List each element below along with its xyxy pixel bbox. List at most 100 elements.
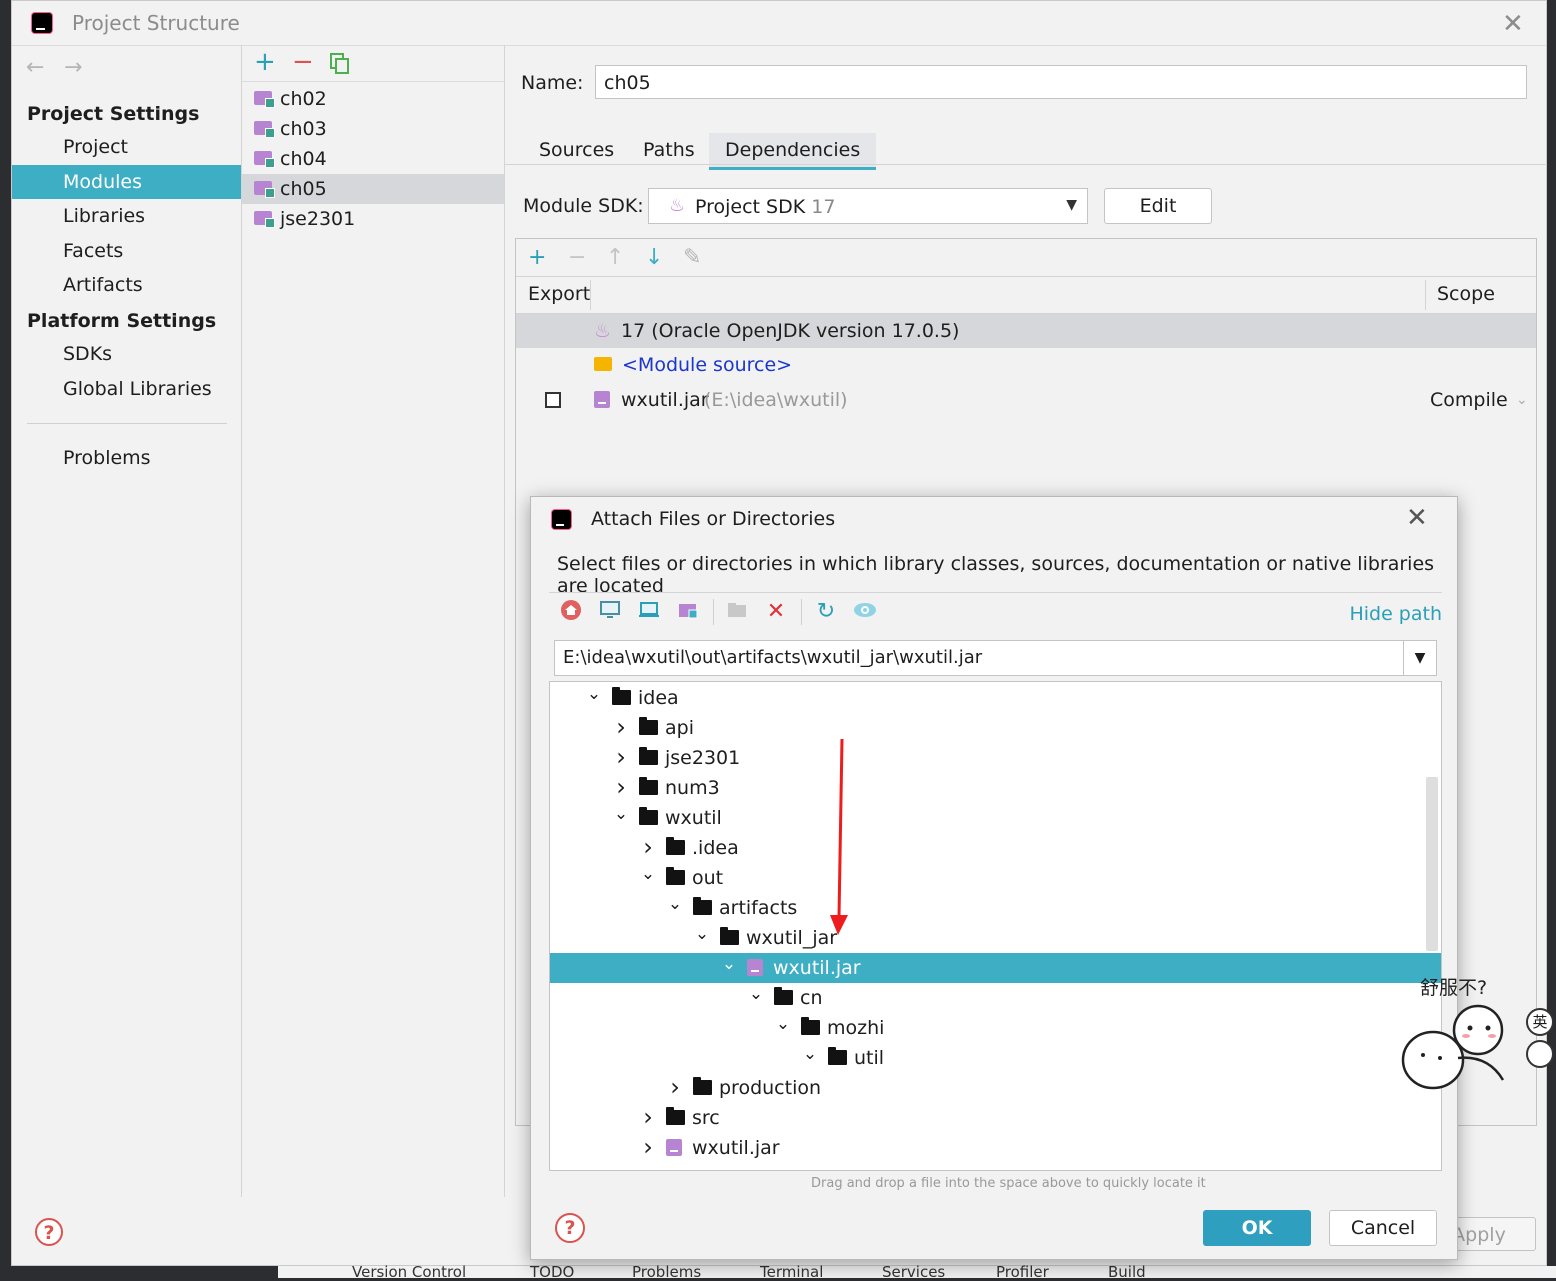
nav-item-problems[interactable]: Problems [12,441,241,475]
nav-item-artifacts[interactable]: Artifacts [12,268,241,302]
close-window-button[interactable]: ✕ [1502,9,1524,39]
nav-item-sdks[interactable]: SDKs [12,337,241,371]
expand-chevron-icon[interactable]: ⌄ [800,1043,820,1065]
expand-chevron-icon[interactable]: ⌄ [719,953,739,975]
module-folder-icon[interactable] [675,599,701,625]
project-icon[interactable] [636,599,662,625]
bottom-tab-build[interactable]: Build [1108,1263,1146,1281]
tree-row[interactable]: › .idea [550,833,1441,863]
nav-item-libraries[interactable]: Libraries [12,199,241,233]
cancel-button[interactable]: Cancel [1329,1210,1437,1246]
folder-icon [666,837,685,855]
tree-row[interactable]: › jse2301 [550,743,1441,773]
scope-dropdown-icon[interactable]: ⌄ [1516,383,1528,417]
bottom-tab-todo[interactable]: TODO [530,1263,574,1281]
tree-row[interactable]: ⌄ wxutil [550,803,1441,833]
tree-row[interactable]: › num3 [550,773,1441,803]
forward-arrow-icon[interactable]: → [64,55,82,80]
module-label: ch03 [280,118,327,140]
path-history-dropdown[interactable]: ▼ [1403,640,1437,676]
collapse-chevron-icon[interactable]: › [611,713,631,741]
tree-row-selected[interactable]: ⌄ wxutil.jar [550,953,1441,983]
move-up-icon[interactable]: ↑ [606,245,624,270]
show-hidden-icon[interactable] [852,599,878,625]
desktop-icon[interactable] [597,599,623,625]
module-item-selected[interactable]: ch05 [242,174,504,204]
tree-row[interactable]: ⌄ artifacts [550,893,1441,923]
ok-button[interactable]: OK [1203,1210,1311,1246]
module-name-input[interactable]: ch05 [595,65,1527,99]
tree-row[interactable]: ⌄ out [550,863,1441,893]
help-icon[interactable]: ? [555,1213,585,1243]
folder-icon [801,1017,820,1035]
bottom-tab-profiler[interactable]: Profiler [996,1263,1049,1281]
new-folder-icon[interactable] [724,599,750,625]
java-cup-icon: ♨ [669,195,686,216]
collapse-chevron-icon[interactable]: › [638,1133,658,1161]
remove-module-icon[interactable]: − [292,47,314,77]
ime-skin-icon[interactable] [1526,1040,1554,1068]
collapse-chevron-icon[interactable]: › [638,1103,658,1131]
add-dependency-icon[interactable]: + [528,245,546,270]
dependency-row-module-source[interactable]: <Module source> [516,348,1536,382]
remove-dependency-icon[interactable]: − [568,245,586,270]
dependency-row-jdk[interactable]: ♨ 17 (Oracle OpenJDK version 17.0.5) [516,314,1536,348]
tree-row[interactable]: › wxutil.jar [550,1133,1441,1163]
delete-icon[interactable]: ✕ [763,599,789,625]
ime-mode-icon[interactable]: 英 [1526,1008,1554,1036]
move-down-icon[interactable]: ↓ [645,245,663,270]
tab-sources[interactable]: Sources [523,133,630,167]
nav-item-project[interactable]: Project [12,130,241,164]
expand-chevron-icon[interactable]: ⌄ [584,683,604,705]
add-module-icon[interactable]: + [254,47,276,77]
edit-sdk-button[interactable]: Edit [1104,188,1212,224]
copy-module-icon[interactable] [330,53,349,74]
tree-row[interactable]: ⌄ cn [550,983,1441,1013]
module-item[interactable]: ch03 [242,114,504,144]
expand-chevron-icon[interactable]: ⌄ [692,923,712,945]
tab-paths[interactable]: Paths [627,133,711,167]
tree-row[interactable]: ⌄ mozhi [550,1013,1441,1043]
tree-row[interactable]: › src [550,1103,1441,1133]
expand-chevron-icon[interactable]: ⌄ [746,983,766,1005]
bottom-tab-terminal[interactable]: Terminal [760,1263,823,1281]
module-item[interactable]: ch02 [242,84,504,114]
nav-item-modules[interactable]: Modules [12,165,241,199]
tree-label: production [719,1077,822,1099]
home-icon[interactable] [558,599,584,625]
collapse-chevron-icon[interactable]: › [611,743,631,771]
scope-value[interactable]: Compile [1430,383,1508,417]
expand-chevron-icon[interactable]: ⌄ [611,803,631,825]
collapse-chevron-icon[interactable]: › [611,773,631,801]
export-checkbox[interactable] [545,392,561,408]
tree-row[interactable]: ⌄ wxutil_jar [550,923,1441,953]
module-item[interactable]: jse2301 [242,204,504,234]
dependency-name: 17 (Oracle OpenJDK version 17.0.5) [621,320,960,342]
dependency-row-wxutil[interactable]: wxutil.jar (E:\idea\wxutil) Compile ⌄ [516,383,1536,417]
refresh-icon[interactable]: ↻ [813,599,839,625]
bottom-tab-version-control[interactable]: Version Control [352,1263,466,1281]
hide-path-link[interactable]: Hide path [1349,603,1442,625]
module-sdk-select[interactable]: ♨ Project SDK 17 ▼ [648,188,1088,224]
tree-row[interactable]: › production [550,1073,1441,1103]
expand-chevron-icon[interactable]: ⌄ [665,893,685,915]
close-dialog-button[interactable]: ✕ [1406,503,1428,533]
collapse-chevron-icon[interactable]: › [665,1073,685,1101]
help-icon[interactable]: ? [35,1218,63,1246]
sticker-caption: 舒服不? [1420,977,1488,999]
bottom-tab-services[interactable]: Services [882,1263,945,1281]
path-input[interactable]: E:\idea\wxutil\out\artifacts\wxutil_jar\… [554,640,1404,676]
module-item[interactable]: ch04 [242,144,504,174]
tree-row[interactable]: › api [550,713,1441,743]
nav-item-global-libraries[interactable]: Global Libraries [12,372,241,406]
expand-chevron-icon[interactable]: ⌄ [638,863,658,885]
back-arrow-icon[interactable]: ← [26,55,44,80]
window-title: Project Structure [72,11,240,35]
collapse-chevron-icon[interactable]: › [638,833,658,861]
edit-dependency-icon[interactable]: ✎ [683,245,701,270]
tree-row[interactable]: ⌄ idea [550,683,1441,713]
expand-chevron-icon[interactable]: ⌄ [773,1013,793,1035]
nav-item-facets[interactable]: Facets [12,234,241,268]
tree-row[interactable]: ⌄ util [550,1043,1441,1073]
bottom-tab-problems[interactable]: Problems [632,1263,701,1281]
